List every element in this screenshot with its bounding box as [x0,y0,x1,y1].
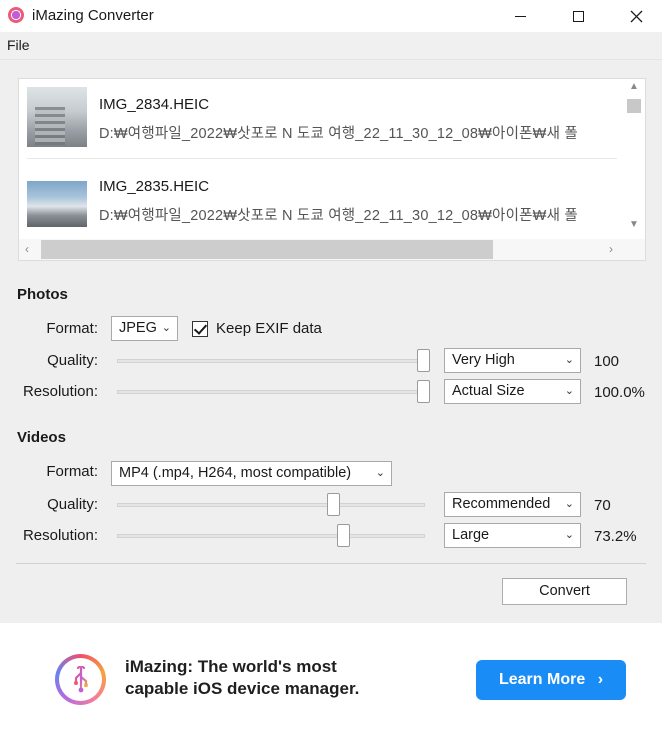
ad-headline: iMazing: The world's most capable iOS de… [125,656,359,700]
file-path: D:₩여행파일_2022₩삿포로 N 도쿄 여행_22_11_30_12_08₩… [99,126,578,142]
imazing-logo-icon [55,654,106,705]
chevron-down-icon: ⌄ [564,354,574,366]
list-item[interactable]: IMG_2834.HEIC D:₩여행파일_2022₩삿포로 N 도쿄 여행_2… [19,79,623,161]
app-logo-icon [8,7,24,23]
photos-quality-preset: Very High [452,352,515,368]
videos-quality-value: 70 [594,497,611,514]
usb-trident-icon [74,666,88,693]
videos-resolution-preset: Large [452,527,490,543]
photos-quality-slider[interactable] [117,359,425,363]
photos-quality-select[interactable]: Very High ⌄ [444,348,581,373]
keep-exif-label: Keep EXIF data [216,320,322,337]
photos-section-title: Photos [17,286,68,303]
row-divider [27,158,617,159]
keep-exif-checkbox[interactable] [192,321,208,337]
file-name: IMG_2835.HEIC [99,178,210,195]
ad-headline-line2: capable iOS device manager. [125,679,360,698]
list-item[interactable]: IMG_2835.HEIC D:₩여행파일_2022₩삿포로 N 도쿄 여행_2… [19,161,623,243]
videos-quality-preset: Recommended [452,496,551,512]
videos-resolution-label: Resolution: [22,527,98,544]
menu-file[interactable]: File [7,37,30,53]
videos-resolution-select[interactable]: Large ⌄ [444,523,581,548]
title-bar: iMazing Converter [0,0,662,32]
section-divider [16,563,646,564]
chevron-down-icon: ⌄ [564,385,574,397]
horizontal-scrollbar[interactable]: ‹ › [19,239,645,260]
scroll-right-icon[interactable]: › [609,242,613,256]
window-title: iMazing Converter [32,7,154,24]
photos-resolution-preset: Actual Size [452,383,525,399]
convert-button[interactable]: Convert [502,578,627,605]
videos-format-label: Format: [46,463,98,480]
videos-format-select[interactable]: MP4 (.mp4, H264, most compatible) ⌄ [111,461,392,486]
horizontal-scroll-thumb[interactable] [41,240,493,259]
minimize-button[interactable] [491,0,549,32]
photos-quality-slider-handle[interactable] [417,349,430,372]
ad-banner: iMazing: The world's most capable iOS de… [0,623,662,730]
photos-format-value: JPEG [119,320,157,336]
photos-resolution-select[interactable]: Actual Size ⌄ [444,379,581,404]
close-button[interactable] [607,0,662,32]
photos-resolution-label: Resolution: [22,383,98,400]
learn-more-button[interactable]: Learn More › [476,660,626,700]
photos-resolution-value: 100.0% [594,384,645,401]
chevron-right-icon: › [597,671,604,688]
scroll-up-icon[interactable]: ▲ [629,81,639,92]
videos-section-title: Videos [17,429,66,446]
chevron-down-icon: ⌄ [564,529,574,541]
minimize-icon [514,15,526,17]
videos-quality-label: Quality: [47,496,98,513]
file-name: IMG_2834.HEIC [99,96,210,113]
videos-resolution-slider[interactable] [117,534,425,538]
file-list[interactable]: IMG_2834.HEIC D:₩여행파일_2022₩삿포로 N 도쿄 여행_2… [18,78,646,261]
file-path: D:₩여행파일_2022₩삿포로 N 도쿄 여행_22_11_30_12_08₩… [99,208,578,224]
videos-quality-slider[interactable] [117,503,425,507]
ad-headline-line1: iMazing: The world's most [125,657,337,676]
videos-format-value: MP4 (.mp4, H264, most compatible) [119,465,352,481]
close-icon [630,10,642,22]
chevron-down-icon: ⌄ [375,467,385,479]
main-panel: IMG_2834.HEIC D:₩여행파일_2022₩삿포로 N 도쿄 여행_2… [0,60,662,623]
photos-format-label: Format: [46,320,98,337]
maximize-icon [572,10,584,22]
menu-bar: File [0,32,662,60]
scroll-down-icon[interactable]: ▼ [629,219,639,230]
videos-resolution-slider-handle[interactable] [336,524,350,547]
learn-more-label: Learn More [498,671,586,688]
image-thumbnail [27,181,87,227]
vertical-scroll-thumb[interactable] [627,99,641,113]
photos-quality-label: Quality: [47,352,98,369]
chevron-down-icon: ⌄ [564,498,574,510]
photos-resolution-slider[interactable] [117,390,425,394]
photos-resolution-slider-handle[interactable] [417,380,430,403]
videos-quality-slider-handle[interactable] [327,493,340,516]
scroll-left-icon[interactable]: ‹ [25,242,29,256]
maximize-button[interactable] [549,0,607,32]
videos-quality-select[interactable]: Recommended ⌄ [444,492,581,517]
vertical-scrollbar[interactable]: ▲ ▼ [623,79,645,239]
chevron-down-icon: ⌄ [161,322,171,334]
photos-format-select[interactable]: JPEG ⌄ [111,316,178,341]
videos-resolution-value: 73.2% [594,528,637,545]
photos-quality-value: 100 [594,353,620,370]
image-thumbnail [27,87,87,147]
